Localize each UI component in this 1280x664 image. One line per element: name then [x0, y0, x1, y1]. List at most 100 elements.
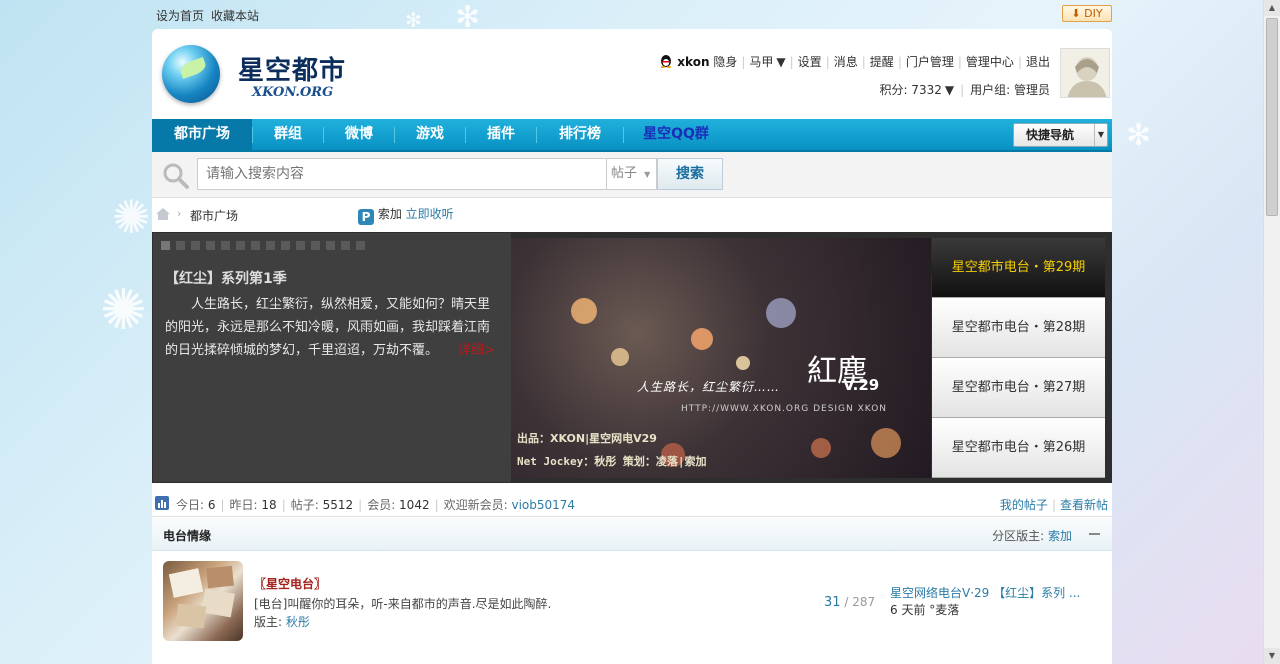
alias-menu[interactable]: 马甲 — [749, 55, 773, 69]
new-posts-link[interactable]: 查看新帖 — [1060, 498, 1108, 512]
bar-chart-icon — [155, 496, 169, 510]
download-arrow-icon: ⬇ — [1071, 7, 1081, 20]
diy-label: DIY — [1084, 7, 1103, 20]
slide-description-text: 人生路长，红尘繁衍，纵然相爱，又能如何？晴天里的阳光，永远是那么不知冷暖，风雨如… — [165, 297, 491, 358]
forum-section-title[interactable]: 电台情缘 — [163, 527, 211, 544]
forum-moderator: 版主: 秋彤 — [254, 615, 310, 629]
slide-dot[interactable] — [191, 241, 200, 250]
home-icon[interactable] — [156, 208, 170, 220]
episode-item[interactable]: 星空都市电台・第28期 — [932, 298, 1105, 358]
nav-plugins[interactable]: 插件 — [466, 119, 536, 150]
scroll-up-icon[interactable]: ▲ — [1264, 0, 1280, 16]
points-menu[interactable]: 积分: 7332 — [879, 83, 941, 97]
nav-groups[interactable]: 群组 — [253, 119, 323, 150]
section-moderator-link[interactable]: 索加 — [1048, 529, 1072, 543]
newest-member-link[interactable]: viob50174 — [512, 498, 576, 512]
qq-penguin-icon — [661, 55, 672, 68]
featured-slider: 【红尘】系列第1季 人生路长，红尘繁衍，纵然相爱，又能如何？晴天里的阳光，永远是… — [152, 232, 1112, 483]
nav-ranking[interactable]: 排行榜 — [537, 119, 623, 150]
portal-admin-link[interactable]: 门户管理 — [906, 55, 954, 69]
bookmark-link[interactable]: 收藏本站 — [211, 7, 259, 24]
slide-dot[interactable] — [236, 241, 245, 250]
forum-row: 〖星空电台〗 [电台]叫醒你的耳朵，听-来自都市的声音.尽是如此陶醉. 版主: … — [152, 551, 1112, 664]
slide-dot[interactable] — [341, 241, 350, 250]
forum-counts: 31 / 287 — [824, 595, 876, 610]
slide-dot[interactable] — [326, 241, 335, 250]
search-bar: 帖子 ▼ 搜索 — [152, 152, 1112, 198]
logo-text: 星空都市 — [238, 56, 347, 86]
username-link[interactable]: xkon — [677, 55, 709, 69]
forum-moderator-link[interactable]: 秋彤 — [286, 615, 310, 629]
weibo-p-icon: P — [358, 209, 374, 225]
nav-plaza[interactable]: 都市广场 — [152, 119, 252, 150]
thread-count: 31 — [824, 595, 841, 610]
invisible-toggle[interactable]: 隐身 — [713, 55, 737, 69]
slide-title[interactable]: 【红尘】系列第1季 — [165, 268, 287, 288]
scrollbar-thumb[interactable] — [1266, 18, 1278, 216]
site-logo[interactable]: 星空都市 XKON.ORG — [162, 41, 352, 103]
chevron-down-icon: ▼ — [644, 170, 651, 179]
slide-image[interactable]: 人生路长，红尘繁衍…… HTTP://WWW.XKON.ORG DESIGN X… — [511, 238, 931, 478]
today-count: 6 — [207, 498, 216, 512]
chevron-down-icon: ▼ — [1094, 124, 1107, 146]
slide-dot[interactable] — [221, 241, 230, 250]
search-input[interactable] — [197, 158, 607, 190]
settings-link[interactable]: 设置 — [798, 55, 822, 69]
breadcrumb: › 都市广场 P 索加 立即收听 — [152, 198, 1112, 232]
slide-dot[interactable] — [251, 241, 260, 250]
search-button[interactable]: 搜索 — [657, 158, 723, 190]
nav-games[interactable]: 游戏 — [395, 119, 465, 150]
user-links: xkon 隐身 | 马甲 ▼ | 设置 | 消息 | 提醒 | 门户管理 | 管理中心 | 退出 — [659, 53, 1050, 69]
slide-image-url: HTTP://WWW.XKON.ORG DESIGN XKON — [681, 404, 888, 414]
last-post-link[interactable]: 星空网络电台V·29 【红尘】系列 ... — [890, 585, 1100, 602]
yesterday-count: 18 — [261, 498, 277, 512]
slide-text-panel: 【红尘】系列第1季 人生路长，红尘繁衍，纵然相爱，又能如何？晴天里的阳光，永远是… — [153, 233, 511, 482]
slide-dot[interactable] — [266, 241, 275, 250]
slide-dot[interactable] — [206, 241, 215, 250]
slide-dot[interactable] — [311, 241, 320, 250]
weibo-username[interactable]: 索加 — [378, 207, 402, 221]
episode-item[interactable]: 星空都市电台・第29期 — [924, 238, 1105, 298]
stats-links: 我的帖子 | 查看新帖 — [999, 498, 1108, 512]
members-count: 1042 — [399, 498, 430, 512]
forum-thumbnail[interactable] — [163, 561, 243, 641]
admin-center-link[interactable]: 管理中心 — [966, 55, 1014, 69]
collapse-icon[interactable] — [1089, 533, 1100, 535]
set-homepage-link[interactable]: 设为首页 — [156, 7, 204, 24]
messages-link[interactable]: 消息 — [834, 55, 858, 69]
chevron-down-icon: ▼ — [776, 55, 786, 69]
forum-last-post: 星空网络电台V·29 【红尘】系列 ... 6 天前 °麦落 — [890, 585, 1100, 619]
diy-button[interactable]: ⬇ DIY — [1062, 5, 1112, 22]
slide-image-caption: 人生路长，红尘繁衍…… — [637, 380, 781, 394]
slide-more-link[interactable]: 详细> — [458, 343, 495, 358]
chevron-down-icon: ▼ — [944, 83, 955, 97]
last-post-meta: 6 天前 °麦落 — [890, 603, 960, 617]
slide-dot[interactable] — [356, 241, 365, 250]
slide-dot[interactable] — [176, 241, 185, 250]
breadcrumb-separator-icon: › — [177, 207, 182, 220]
episode-item[interactable]: 星空都市电台・第26期 — [932, 418, 1105, 478]
slide-dot[interactable] — [296, 241, 305, 250]
avatar[interactable] — [1060, 48, 1110, 98]
dandelion-decoration: ✺ — [112, 190, 151, 244]
page-scrollbar[interactable]: ▲ ▼ — [1263, 0, 1280, 664]
logout-link[interactable]: 退出 — [1026, 55, 1050, 69]
follow-now-link[interactable]: 立即收听 — [406, 207, 454, 221]
posts-count: 5512 — [322, 498, 354, 512]
forum-name-link[interactable]: 〖星空电台〗 — [254, 575, 326, 592]
user-group-label[interactable]: 用户组: 管理员 — [970, 83, 1050, 97]
nav-qq-group[interactable]: 星空QQ群 — [624, 119, 728, 150]
episode-item[interactable]: 星空都市电台・第27期 — [932, 358, 1105, 418]
breadcrumb-current[interactable]: 都市广场 — [190, 207, 238, 224]
search-type-select[interactable]: 帖子 ▼ — [607, 158, 657, 190]
search-type-label: 帖子 — [611, 166, 638, 181]
my-posts-link[interactable]: 我的帖子 — [1000, 498, 1048, 512]
logo-domain: XKON.ORG — [252, 85, 334, 100]
slide-dot[interactable] — [161, 241, 170, 250]
scroll-down-icon[interactable]: ▼ — [1264, 648, 1280, 664]
nav-weibo[interactable]: 微博 — [324, 119, 394, 150]
avatar-image — [1061, 49, 1109, 97]
quick-nav-button[interactable]: 快捷导航 ▼ — [1013, 123, 1108, 147]
slide-dot[interactable] — [281, 241, 290, 250]
notifications-link[interactable]: 提醒 — [870, 55, 894, 69]
